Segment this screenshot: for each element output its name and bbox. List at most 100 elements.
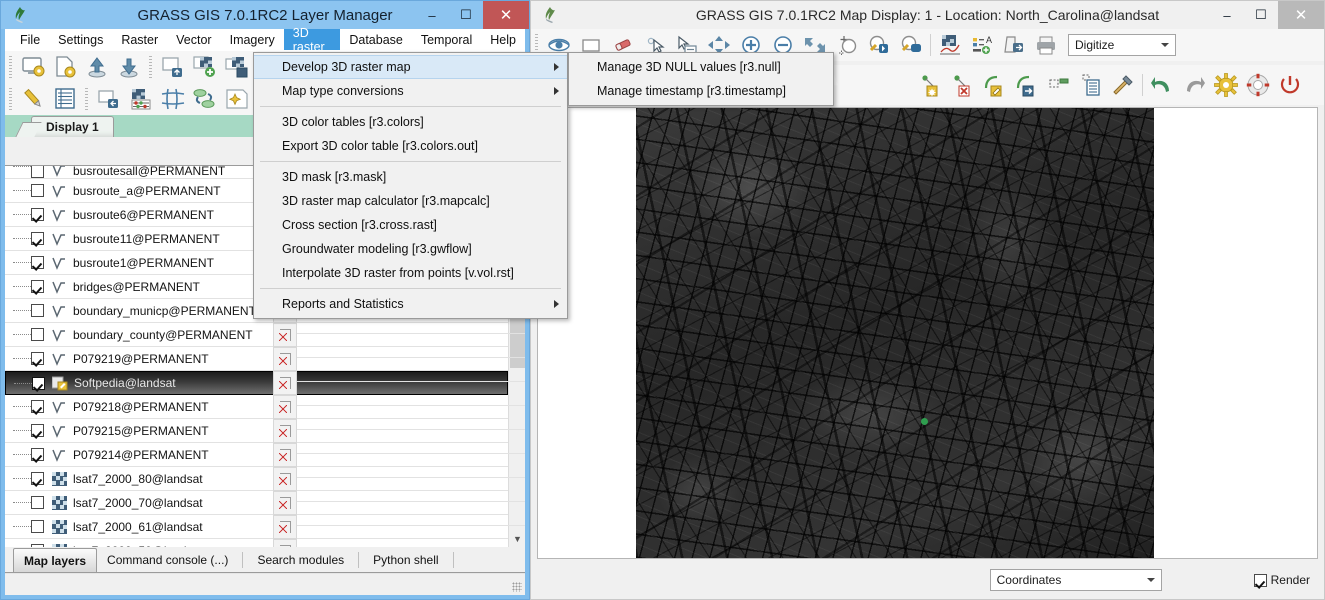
render-checkbox[interactable]: Render [1253, 573, 1310, 587]
import-raster-icon[interactable] [158, 53, 188, 81]
menu-item[interactable]: Develop 3D raster map [254, 55, 567, 79]
close-button[interactable]: ✕ [1278, 1, 1324, 29]
digitize-table-icon[interactable] [1076, 71, 1106, 99]
submenu-develop-3d-raster-map[interactable]: Manage 3D NULL values [r3.null] Manage ti… [568, 52, 834, 106]
add-raster-layer-icon[interactable] [190, 53, 220, 81]
tab-display-1[interactable]: Display 1 [31, 116, 114, 137]
save-workspace-icon[interactable] [114, 53, 144, 81]
raster-selected-icon [51, 375, 69, 391]
menu-item[interactable]: Groundwater modeling [r3.gwflow] [254, 237, 567, 261]
open-workspace-icon[interactable] [50, 53, 80, 81]
menu-help[interactable]: Help [481, 29, 525, 50]
layer-visibility-checkbox[interactable] [31, 496, 44, 509]
mode-combo[interactable]: Digitize [1068, 34, 1176, 56]
quit-icon[interactable] [1275, 71, 1305, 99]
print-icon[interactable] [1031, 31, 1061, 59]
help-icon[interactable] [1243, 71, 1273, 99]
raster-stats-icon[interactable] [126, 85, 156, 113]
maximize-button[interactable]: ☐ [449, 1, 483, 29]
layer-visibility-checkbox[interactable] [31, 256, 44, 269]
menu-raster[interactable]: Raster [112, 29, 167, 50]
zoom-to-selected-icon[interactable] [832, 31, 862, 59]
vector-layer-icon [50, 303, 68, 319]
layer-visibility-checkbox[interactable] [31, 208, 44, 221]
menu-temporal[interactable]: Temporal [412, 29, 481, 50]
add-legend-icon[interactable]: A [967, 31, 997, 59]
menu-item[interactable]: Manage timestamp [r3.timestamp] [569, 79, 833, 103]
digitize-attributes-icon[interactable] [1044, 71, 1074, 99]
new-workspace-icon[interactable] [18, 53, 48, 81]
row-divider [297, 358, 525, 382]
layer-visibility-checkbox[interactable] [31, 448, 44, 461]
menu-item[interactable]: 3D mask [r3.mask] [254, 165, 567, 189]
layer-visibility-checkbox[interactable] [31, 184, 44, 197]
menu-item[interactable]: Reports and Statistics [254, 292, 567, 316]
raster-map-image[interactable] [636, 108, 1154, 558]
menu-item[interactable]: Cross section [r3.cross.rast] [254, 213, 567, 237]
menu-file[interactable]: File [11, 29, 49, 50]
map-canvas[interactable] [537, 107, 1318, 559]
add-multiple-raster-icon[interactable] [222, 53, 252, 81]
settings-icon[interactable] [1211, 71, 1241, 99]
menu-imagery[interactable]: Imagery [221, 29, 284, 50]
digitize-new-point-icon[interactable] [916, 71, 946, 99]
layer-visibility-checkbox[interactable] [31, 400, 44, 413]
layer-visibility-checkbox[interactable] [31, 424, 44, 437]
digitize-tools-icon[interactable] [1108, 71, 1138, 99]
toolbar-grip-4[interactable] [83, 86, 91, 112]
analyze-map-icon[interactable] [935, 31, 965, 59]
tab-python-shell[interactable]: Python shell [363, 548, 448, 572]
layer-visibility-checkbox[interactable] [31, 520, 44, 533]
menu-3d-raster-popup[interactable]: Develop 3D raster map Map type conversion… [253, 52, 568, 319]
layer-visibility-checkbox[interactable] [31, 280, 44, 293]
zoom-back-icon[interactable] [864, 31, 894, 59]
tab-search-modules[interactable]: Search modules [247, 548, 354, 572]
menu-item[interactable]: 3D raster map calculator [r3.mapcalc] [254, 189, 567, 213]
save-to-file-icon[interactable] [999, 31, 1029, 59]
edit-icon[interactable] [18, 85, 48, 113]
attribute-table-icon[interactable] [50, 85, 80, 113]
zoom-menu-icon[interactable] [896, 31, 926, 59]
menu-vector[interactable]: Vector [167, 29, 220, 50]
minimize-button[interactable]: – [1210, 1, 1244, 29]
load-workspace-icon[interactable] [82, 53, 112, 81]
tree-connector [5, 227, 31, 251]
menu-item-label: 3D raster map calculator [r3.mapcalc] [282, 194, 490, 208]
layer-visibility-checkbox[interactable] [31, 166, 44, 178]
menu-3d-raster[interactable]: 3D raster [283, 26, 341, 54]
redo-icon[interactable] [1179, 71, 1209, 99]
digitize-move-icon[interactable] [1012, 71, 1042, 99]
toolbar-grip-3[interactable] [7, 86, 15, 112]
layer-manager-window-buttons: – ☐ ✕ [415, 1, 529, 29]
layer-visibility-checkbox[interactable] [32, 376, 45, 390]
add-vector-layer-icon[interactable] [94, 85, 124, 113]
maximize-button[interactable]: ☐ [1244, 1, 1278, 29]
tab-map-layers[interactable]: Map layers [13, 548, 98, 572]
close-button[interactable]: ✕ [483, 1, 529, 29]
layer-visibility-checkbox[interactable] [31, 328, 44, 341]
toolbar-grip[interactable] [7, 54, 15, 80]
resize-grip[interactable] [512, 582, 522, 592]
status-combo[interactable]: Coordinates [989, 569, 1162, 591]
menu-item[interactable]: Map type conversions [254, 79, 567, 103]
add-point-icon[interactable] [222, 85, 252, 113]
layer-visibility-checkbox[interactable] [31, 472, 44, 485]
tab-command-console[interactable]: Command console (...) [97, 548, 238, 572]
digitize-delete-icon[interactable] [948, 71, 978, 99]
undo-icon[interactable] [1147, 71, 1177, 99]
menu-item[interactable]: Interpolate 3D raster from points [v.vol… [254, 261, 567, 285]
digitize-edit-line-icon[interactable] [980, 71, 1010, 99]
menu-item[interactable]: Manage 3D NULL values [r3.null] [569, 55, 833, 79]
minimize-button[interactable]: – [415, 1, 449, 29]
menu-settings[interactable]: Settings [49, 29, 112, 50]
layer-visibility-checkbox[interactable] [31, 352, 44, 365]
grid-icon[interactable] [158, 85, 188, 113]
layer-visibility-checkbox[interactable] [31, 232, 44, 245]
menu-item[interactable]: Export 3D color table [r3.colors.out] [254, 134, 567, 158]
layer-visibility-checkbox[interactable] [31, 304, 44, 317]
toolbar-grip-2[interactable] [147, 54, 155, 80]
render-checkbox-box[interactable] [1253, 573, 1267, 587]
menu-item[interactable]: 3D color tables [r3.colors] [254, 110, 567, 134]
reproject-icon[interactable] [190, 85, 220, 113]
menu-database[interactable]: Database [340, 29, 412, 50]
